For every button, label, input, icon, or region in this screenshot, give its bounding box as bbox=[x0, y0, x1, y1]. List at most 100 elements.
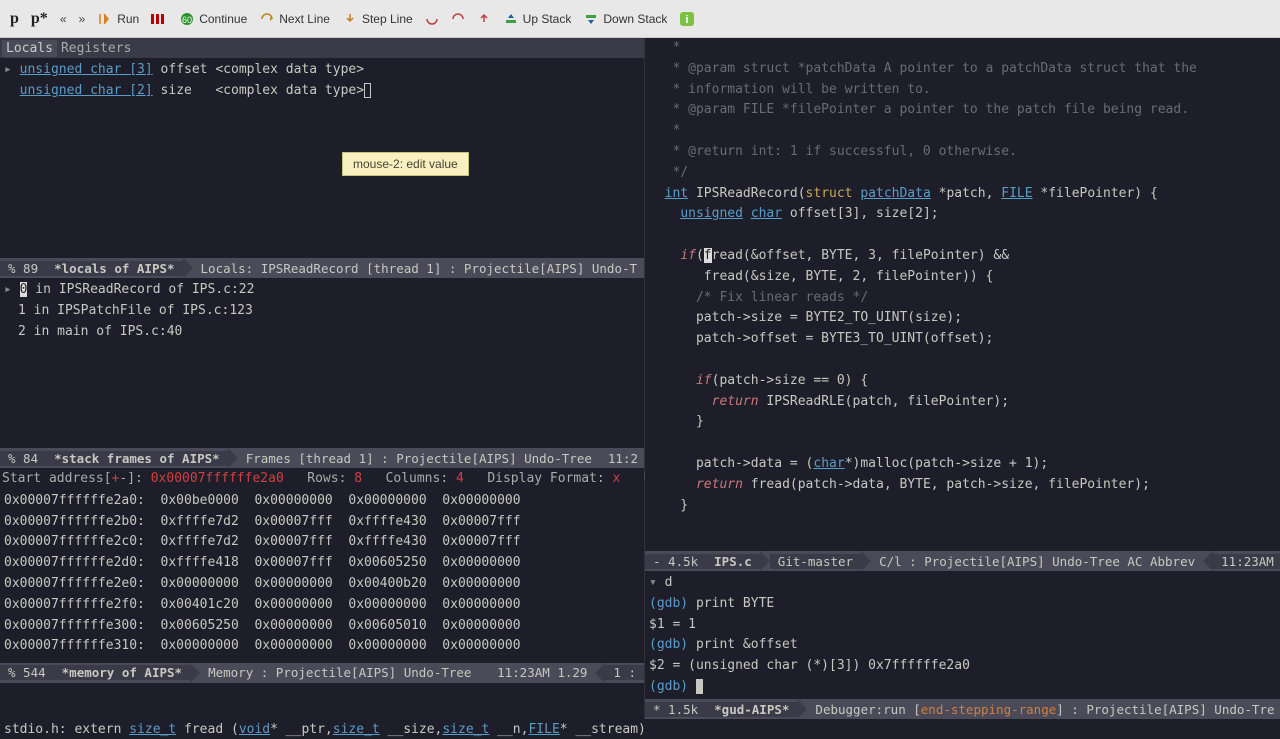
stack-frame-row[interactable]: 2 in main of IPS.c:40 bbox=[4, 322, 644, 343]
code-line: * @param struct *patchData A pointer to … bbox=[649, 59, 1280, 80]
code-line: } bbox=[649, 412, 1280, 433]
left-caret-icon[interactable]: « bbox=[60, 12, 67, 26]
code-line bbox=[649, 225, 1280, 246]
memory-row: 0x00007ffffffe2e0: 0x00000000 0x00000000… bbox=[4, 574, 644, 595]
memory-row: 0x00007ffffffe2a0: 0x00be0000 0x00000000… bbox=[4, 491, 644, 512]
memory-row: 0x00007ffffffe2c0: 0xffffe7d2 0x00007fff… bbox=[4, 532, 644, 553]
powerline-pstar-icon[interactable]: p* bbox=[31, 10, 48, 28]
ml-title: *locals of AIPS* bbox=[46, 261, 182, 276]
ml-percent: - 4.5k bbox=[645, 554, 706, 569]
next-line-icon bbox=[259, 11, 275, 27]
right-caret-icon[interactable]: » bbox=[79, 12, 86, 26]
locals-row[interactable]: ▸ unsigned char [3] offset <complex data… bbox=[4, 60, 644, 81]
code-line: * @return int: 1 if successful, 0 otherw… bbox=[649, 142, 1280, 163]
ml-percent: % 544 bbox=[0, 665, 54, 680]
continue-button[interactable]: 60 Continue bbox=[179, 11, 247, 27]
ml-title: *memory of AIPS* bbox=[54, 665, 190, 680]
locals-row[interactable]: unsigned char [2] size <complex data typ… bbox=[4, 81, 644, 102]
stack-pane: ▸ 0 in IPSReadRecord of IPS.c:22 1 in IP… bbox=[0, 278, 644, 448]
code-line: unsigned char offset[3], size[2]; bbox=[649, 204, 1280, 225]
stack-frame-row[interactable]: ▸ 0 in IPSReadRecord of IPS.c:22 bbox=[4, 280, 644, 301]
ml-time: 11:23AM 1.29 bbox=[489, 665, 595, 680]
memory-pane: 0x00007ffffffe2a0: 0x00be0000 0x00000000… bbox=[0, 491, 644, 663]
powerline-p-icon[interactable]: p bbox=[10, 10, 19, 28]
code-line: } bbox=[649, 496, 1280, 517]
run-label: Run bbox=[117, 12, 139, 26]
edit-value-tooltip: mouse-2: edit value bbox=[342, 152, 469, 176]
ml-title: *stack frames of AIPS* bbox=[46, 451, 228, 466]
ml-percent: % 89 bbox=[0, 261, 46, 276]
info-icon[interactable]: i bbox=[679, 11, 695, 27]
ml-percent: % 84 bbox=[0, 451, 46, 466]
down-stack-label: Down Stack bbox=[603, 12, 667, 26]
next-line-label: Next Line bbox=[279, 12, 330, 26]
svg-text:i: i bbox=[686, 14, 689, 26]
code-line bbox=[649, 433, 1280, 454]
locals-tabbar: Locals Registers bbox=[0, 38, 644, 58]
ml-context: Frames [thread 1] : Projectile[AIPS] Und… bbox=[238, 451, 600, 466]
ml-title: *gud-AIPS* bbox=[706, 702, 797, 717]
ml-time: 11:23AM 1.29 bbox=[1213, 554, 1280, 569]
modeline-memory: % 544 *memory of AIPS* Memory : Projecti… bbox=[0, 663, 644, 683]
stack-frame-row[interactable]: 1 in IPSPatchFile of IPS.c:123 bbox=[4, 301, 644, 322]
down-stack-icon bbox=[583, 11, 599, 27]
up-stack-icon bbox=[503, 11, 519, 27]
memory-row: 0x00007ffffffe2b0: 0xffffe7d2 0x00007fff… bbox=[4, 512, 644, 533]
next-instruction-icon[interactable] bbox=[451, 12, 465, 26]
step-line-button[interactable]: Step Line bbox=[342, 11, 413, 27]
code-line: patch->offset = BYTE3_TO_UINT(offset); bbox=[649, 329, 1280, 350]
code-line: return fread(patch->data, BYTE, patch->s… bbox=[649, 475, 1280, 496]
modeline-stack: % 84 *stack frames of AIPS* Frames [thre… bbox=[0, 448, 644, 468]
tab-locals[interactable]: Locals bbox=[2, 40, 57, 57]
ml-context: Memory : Projectile[AIPS] Undo-Tree bbox=[200, 665, 479, 680]
finish-icon[interactable] bbox=[477, 12, 491, 26]
up-stack-button[interactable]: Up Stack bbox=[503, 11, 572, 27]
step-line-icon bbox=[342, 11, 358, 27]
run-icon bbox=[97, 11, 113, 27]
echo-area: stdio.h: extern size_t fread (void* __pt… bbox=[0, 719, 1280, 739]
memory-row: 0x00007ffffffe2d0: 0xffffe418 0x00007fff… bbox=[4, 553, 644, 574]
next-line-button[interactable]: Next Line bbox=[259, 11, 330, 27]
tab-registers[interactable]: Registers bbox=[57, 40, 135, 57]
ml-title: IPS.c bbox=[706, 554, 760, 569]
locals-pane: ▸ unsigned char [3] offset <complex data… bbox=[0, 58, 644, 258]
ml-context: Debugger:run [end-stepping-range] : Proj… bbox=[807, 702, 1280, 717]
code-line: fread(&size, BYTE, 2, filePointer)) { bbox=[649, 267, 1280, 288]
toolbar: p p* « » Run 60 Continue Next Line Step … bbox=[0, 0, 1280, 38]
code-line: */ bbox=[649, 163, 1280, 184]
code-line: if(fread(&offset, BYTE, 3, filePointer) … bbox=[649, 246, 1280, 267]
code-line: patch->data = (char*)malloc(patch->size … bbox=[649, 454, 1280, 475]
code-line: /* Fix linear reads */ bbox=[649, 288, 1280, 309]
modeline-locals: % 89 *locals of AIPS* Locals: IPSReadRec… bbox=[0, 258, 644, 278]
down-stack-button[interactable]: Down Stack bbox=[583, 11, 667, 27]
code-line: * bbox=[649, 38, 1280, 59]
modeline-code: - 4.5k IPS.c Git-master C/l : Projectile… bbox=[645, 551, 1280, 571]
memory-row: 0x00007ffffffe300: 0x00605250 0x00000000… bbox=[4, 616, 644, 637]
ml-git: Git-master bbox=[770, 554, 861, 569]
code-line: return IPSReadRLE(patch, filePointer); bbox=[649, 392, 1280, 413]
code-line: if(patch->size == 0) { bbox=[649, 371, 1280, 392]
svg-text:60: 60 bbox=[182, 15, 192, 25]
modeline-gdb: * 1.5k *gud-AIPS* Debugger:run [end-step… bbox=[645, 699, 1280, 719]
code-line: * bbox=[649, 121, 1280, 142]
memory-config-row: Start address[+-]: 0x00007ffffffe2a0 Row… bbox=[0, 468, 644, 491]
code-pane[interactable]: * * @param struct *patchData A pointer t… bbox=[645, 38, 1280, 551]
ml-pos: 1 : bbox=[605, 665, 644, 680]
step-instruction-icon[interactable] bbox=[425, 12, 439, 26]
step-line-label: Step Line bbox=[362, 12, 413, 26]
break-icon[interactable] bbox=[151, 12, 167, 26]
code-line: patch->size = BYTE2_TO_UINT(size); bbox=[649, 308, 1280, 329]
code-line: * information will be written to. bbox=[649, 80, 1280, 101]
code-line: * @param FILE *filePointer a pointer to … bbox=[649, 100, 1280, 121]
continue-icon: 60 bbox=[179, 11, 195, 27]
code-line: int IPSReadRecord(struct patchData *patc… bbox=[649, 184, 1280, 205]
gdb-pane[interactable]: ▾ d (gdb) print BYTE $1 = 1 (gdb) print … bbox=[645, 571, 1280, 699]
ml-percent: * 1.5k bbox=[645, 702, 706, 717]
continue-label: Continue bbox=[199, 12, 247, 26]
run-button[interactable]: Run bbox=[97, 11, 139, 27]
memory-row: 0x00007ffffffe2f0: 0x00401c20 0x00000000… bbox=[4, 595, 644, 616]
memory-row: 0x00007ffffffe310: 0x00000000 0x00000000… bbox=[4, 636, 644, 657]
ml-context: Locals: IPSReadRecord [thread 1] : Proje… bbox=[193, 261, 644, 276]
up-stack-label: Up Stack bbox=[523, 12, 572, 26]
code-line bbox=[649, 350, 1280, 371]
